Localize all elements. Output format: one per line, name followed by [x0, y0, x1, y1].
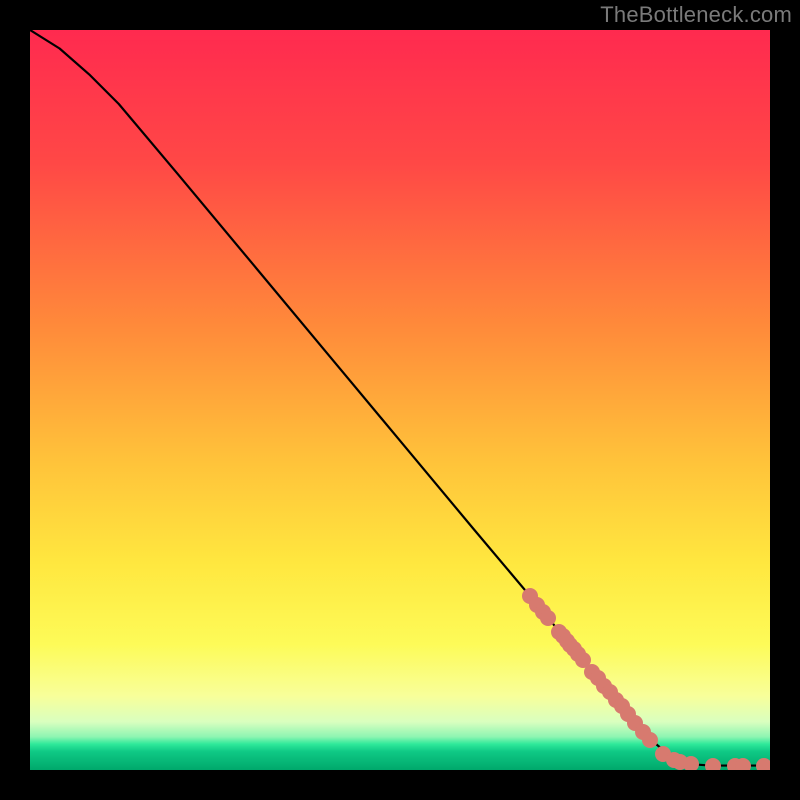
- data-marker: [683, 756, 699, 770]
- data-marker: [735, 758, 751, 770]
- watermark-text: TheBottleneck.com: [600, 2, 792, 28]
- data-marker: [705, 758, 721, 770]
- marker-layer: [30, 30, 770, 770]
- data-marker: [642, 732, 658, 748]
- data-marker: [540, 610, 556, 626]
- plot-area: [30, 30, 770, 770]
- chart-frame: TheBottleneck.com: [0, 0, 800, 800]
- data-marker: [756, 758, 770, 770]
